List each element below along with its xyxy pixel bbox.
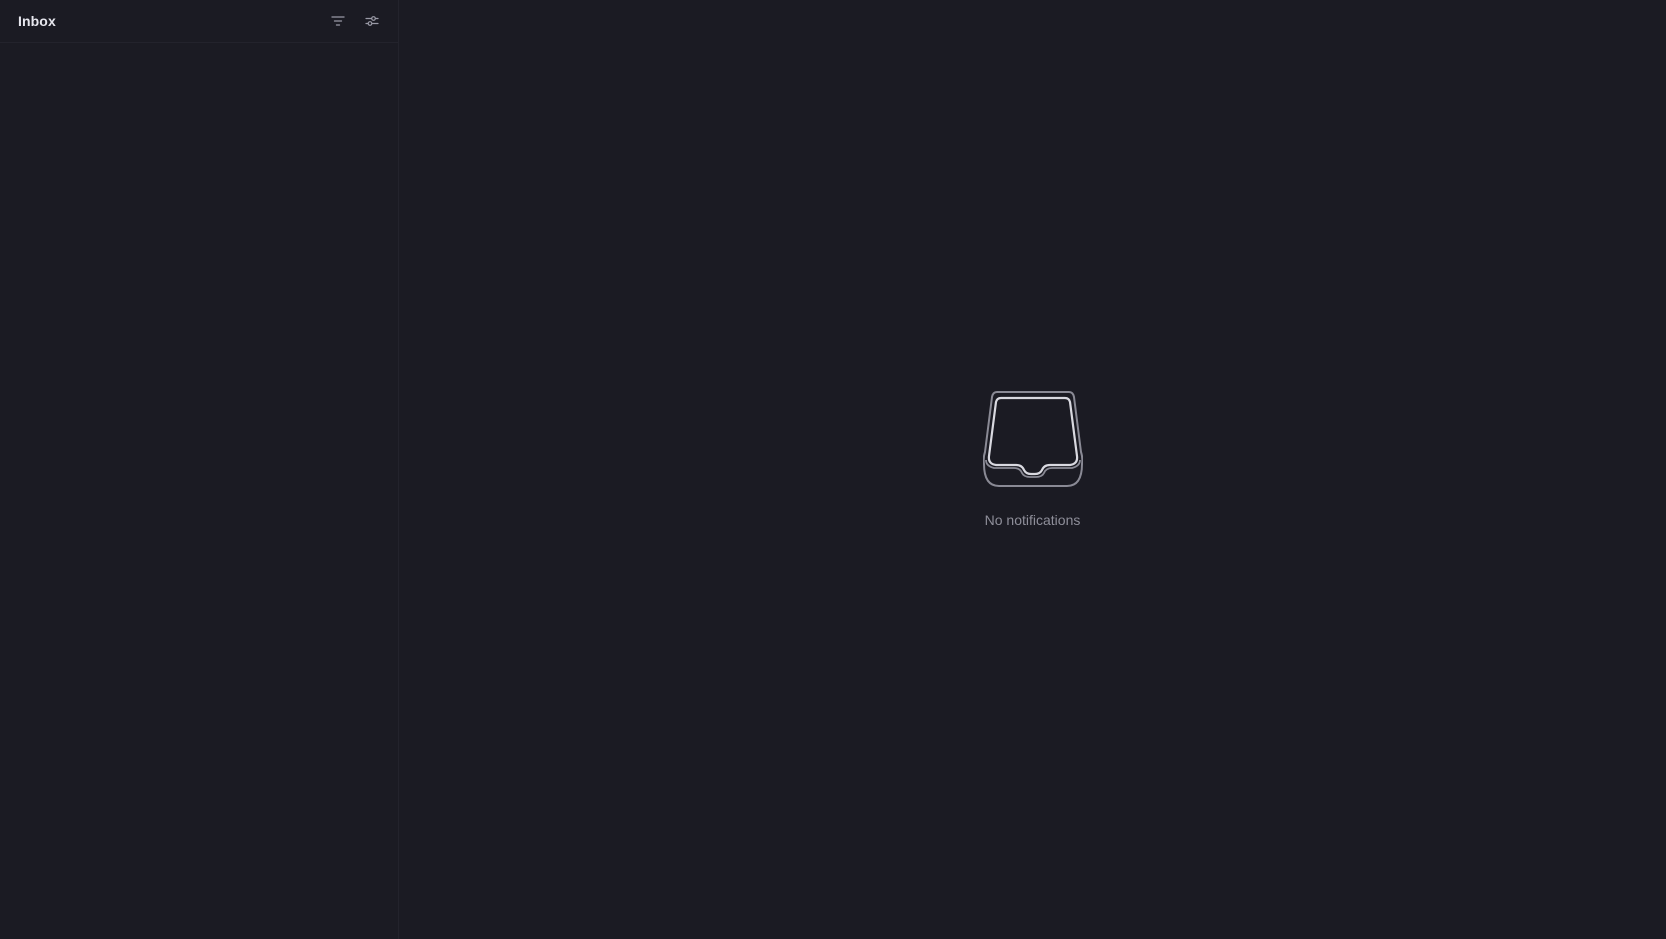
display-settings-button[interactable] (361, 10, 383, 32)
filter-icon (331, 16, 345, 26)
notification-list (0, 43, 398, 939)
sliders-icon (365, 16, 379, 26)
notification-detail-pane: No notifications (399, 0, 1666, 939)
inbox-tray-icon (982, 390, 1083, 492)
filter-button[interactable] (327, 10, 349, 32)
empty-state: No notifications (982, 390, 1083, 528)
app-window: Inbox No notifications (0, 0, 1666, 939)
inbox-sidebar: Inbox (0, 0, 399, 939)
header-actions (327, 10, 383, 32)
page-title: Inbox (18, 13, 56, 29)
sidebar-header: Inbox (0, 0, 398, 43)
empty-state-message: No notifications (984, 512, 1081, 528)
